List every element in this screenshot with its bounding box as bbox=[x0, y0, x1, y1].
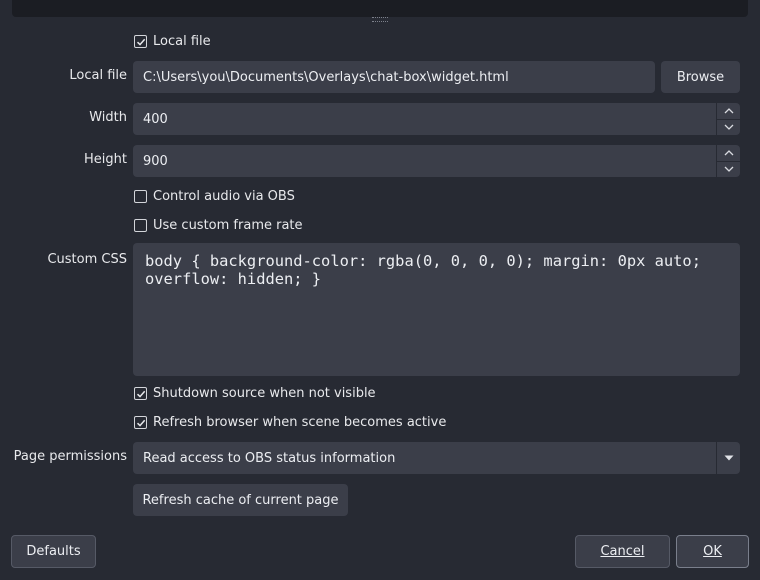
width-spin-buttons bbox=[716, 103, 740, 135]
browse-button[interactable]: Browse bbox=[661, 61, 740, 93]
refresh-browser-label: Refresh browser when scene becomes activ… bbox=[153, 415, 447, 430]
chevron-down-icon bbox=[724, 166, 733, 172]
custom-css-label: Custom CSS bbox=[47, 252, 127, 267]
local-file-checkbox-label: Local file bbox=[153, 34, 211, 49]
custom-frame-rate-label: Use custom frame rate bbox=[153, 218, 303, 233]
resize-grip-icon[interactable] bbox=[372, 17, 388, 22]
caret-down-icon bbox=[724, 455, 733, 461]
checkbox-unchecked-icon[interactable] bbox=[134, 190, 147, 203]
page-permissions-label: Page permissions bbox=[13, 449, 127, 464]
ok-button[interactable]: OK bbox=[676, 535, 749, 568]
cancel-button-label: Cancel bbox=[600, 544, 645, 559]
width-value[interactable]: 400 bbox=[143, 112, 168, 127]
checkbox-checked-icon[interactable] bbox=[134, 416, 147, 429]
cancel-button[interactable]: Cancel bbox=[575, 535, 670, 568]
height-spin-buttons bbox=[716, 145, 740, 177]
width-increment-button[interactable] bbox=[717, 103, 740, 119]
height-spinbox[interactable]: 900 bbox=[133, 145, 740, 177]
local-file-checkbox[interactable]: Local file bbox=[134, 34, 211, 49]
custom-css-textarea[interactable]: body { background-color: rgba(0, 0, 0, 0… bbox=[133, 243, 740, 376]
local-file-label: Local file bbox=[69, 68, 127, 83]
refresh-cache-button[interactable]: Refresh cache of current page bbox=[133, 484, 348, 516]
height-increment-button[interactable] bbox=[717, 145, 740, 161]
control-audio-label: Control audio via OBS bbox=[153, 189, 295, 204]
checkbox-checked-icon[interactable] bbox=[134, 387, 147, 400]
dropdown-arrow[interactable] bbox=[716, 442, 740, 474]
checkbox-checked-icon[interactable] bbox=[134, 35, 147, 48]
ok-button-label: OK bbox=[703, 544, 722, 559]
checkmark-icon bbox=[136, 390, 145, 398]
chevron-up-icon bbox=[724, 150, 733, 156]
checkmark-icon bbox=[136, 419, 145, 427]
refresh-browser-checkbox[interactable]: Refresh browser when scene becomes activ… bbox=[134, 415, 446, 430]
width-decrement-button[interactable] bbox=[717, 118, 740, 136]
page-permissions-dropdown[interactable]: Read access to OBS status information bbox=[133, 442, 740, 474]
checkmark-icon bbox=[136, 38, 145, 46]
local-file-path-input[interactable]: C:\Users\you\Documents\Overlays\chat-box… bbox=[133, 61, 655, 93]
chevron-down-icon bbox=[724, 124, 733, 130]
preview-area bbox=[12, 0, 748, 17]
checkbox-unchecked-icon[interactable] bbox=[134, 219, 147, 232]
shutdown-source-label: Shutdown source when not visible bbox=[153, 386, 376, 401]
height-decrement-button[interactable] bbox=[717, 160, 740, 178]
custom-frame-rate-checkbox[interactable]: Use custom frame rate bbox=[134, 218, 303, 233]
chevron-up-icon bbox=[724, 108, 733, 114]
height-label: Height bbox=[84, 152, 127, 167]
width-label: Width bbox=[89, 110, 127, 125]
width-spinbox[interactable]: 400 bbox=[133, 103, 740, 135]
height-value[interactable]: 900 bbox=[143, 154, 168, 169]
page-permissions-value[interactable]: Read access to OBS status information bbox=[143, 451, 395, 466]
shutdown-source-checkbox[interactable]: Shutdown source when not visible bbox=[134, 386, 376, 401]
control-audio-checkbox[interactable]: Control audio via OBS bbox=[134, 189, 295, 204]
defaults-button[interactable]: Defaults bbox=[11, 535, 96, 568]
